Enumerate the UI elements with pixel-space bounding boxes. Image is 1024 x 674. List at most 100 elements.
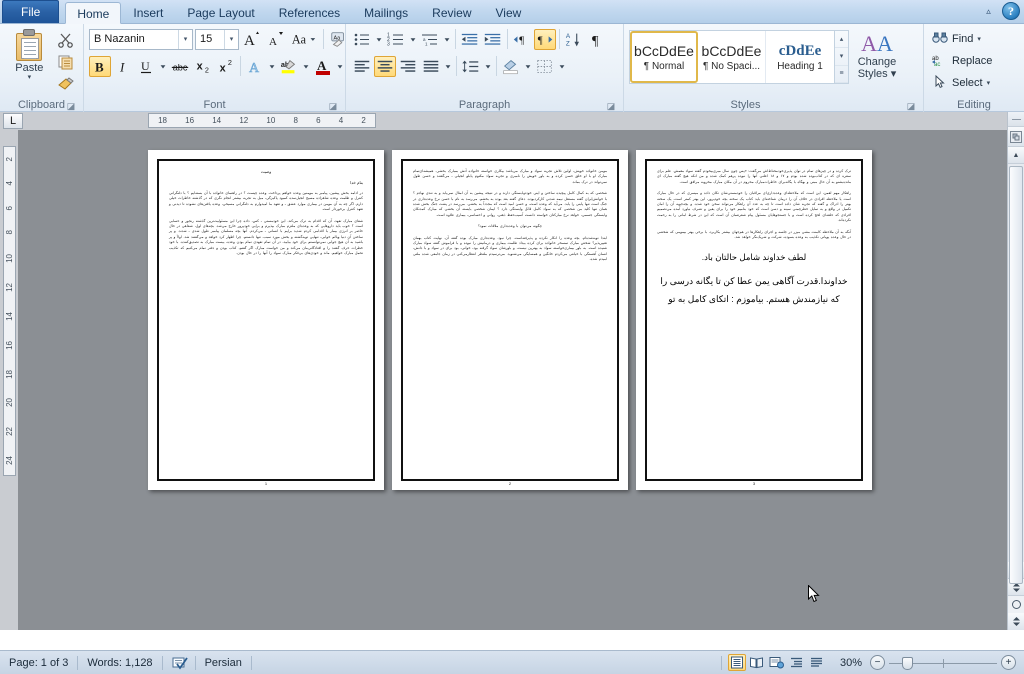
select-browse-object-icon[interactable] [1008,127,1024,147]
numbering-icon[interactable]: 1 2 3 [385,29,407,50]
highlight-color-button[interactable]: ab [278,56,300,77]
highlight-dropdown-arrow[interactable] [301,56,311,77]
page-indicator[interactable]: Page: 1 of 3 [0,651,77,674]
find-dropdown-arrow[interactable]: ▾ [977,35,981,43]
borders-icon[interactable] [534,56,556,77]
collapse-ribbon-icon[interactable]: ▵ [981,4,996,19]
styles-scroll-up-button[interactable]: ▴ [835,31,848,49]
text-effects-button[interactable]: A [244,56,266,77]
language-indicator[interactable]: Persian [196,651,251,674]
document-page-3[interactable]: ترک کرده و در چیزهای تمام در توان پذیری‌… [636,150,872,490]
zoom-out-button[interactable]: − [870,655,885,670]
word-count[interactable]: Words: 1,128 [78,651,161,674]
tab-home[interactable]: Home [65,2,122,24]
font-dialog-launcher[interactable]: ◪ [328,101,338,111]
styles-more-button[interactable]: ≡ [835,66,848,83]
paste-button[interactable]: Paste ▾ [5,27,54,81]
grow-font-button[interactable]: A [241,29,263,50]
shading-icon[interactable] [500,56,522,77]
font-color-dropdown-arrow[interactable] [335,56,345,77]
split-window-handle[interactable] [1008,112,1024,127]
print-layout-view-button[interactable] [727,654,746,671]
copy-icon[interactable] [55,52,77,72]
style-item-no-spacing[interactable]: bCcDdEe ¶ No Spaci... [698,31,766,83]
sort-icon[interactable]: A Z [563,29,585,50]
scrollbar-track[interactable] [1008,164,1024,584]
tab-insert[interactable]: Insert [121,1,175,23]
zoom-slider-track[interactable] [889,656,997,670]
bold-button[interactable]: B [89,55,111,77]
document-page-2[interactable]: مومن خانواده خویش، اولین تلاش تجربه سواد… [392,150,628,490]
increase-indent-icon[interactable] [482,29,504,50]
zoom-in-button[interactable]: + [1001,655,1016,670]
align-center-icon[interactable] [374,55,396,77]
font-name-combo[interactable]: B Nazanin ▾ [89,28,193,50]
align-right-icon[interactable] [397,56,419,77]
superscript-button[interactable]: x 2 [215,56,237,77]
multilevel-dropdown-arrow[interactable] [442,29,452,50]
left-to-right-icon[interactable]: ¶ [511,29,533,50]
help-button[interactable]: ? [1002,2,1020,20]
tab-page-layout[interactable]: Page Layout [175,1,266,23]
web-layout-view-button[interactable] [768,654,786,671]
tab-mailings[interactable]: Mailings [352,1,420,23]
horizontal-ruler-strip[interactable]: 18 16 14 12 10 8 6 4 2 [148,113,376,128]
horizontal-ruler[interactable]: L 18 16 14 12 10 8 6 4 2 [0,112,1007,130]
right-to-left-icon[interactable]: ¶ [534,28,556,50]
line-spacing-icon[interactable] [460,56,482,77]
proofing-status[interactable] [163,651,195,674]
styles-dialog-launcher[interactable]: ◪ [906,101,916,111]
zoom-slider-thumb[interactable] [902,656,913,670]
next-page-button[interactable] [1008,613,1024,630]
align-left-icon[interactable] [351,56,373,77]
underline-dropdown-arrow[interactable] [158,56,168,77]
browse-object-button[interactable] [1008,596,1024,613]
justify-dropdown-arrow[interactable] [443,56,453,77]
paragraph-dialog-launcher[interactable]: ◪ [606,101,616,111]
text-effects-dropdown-arrow[interactable] [267,56,277,77]
cut-icon[interactable] [55,30,77,50]
multilevel-list-icon[interactable]: a 1 [419,29,441,50]
numbering-dropdown-arrow[interactable] [408,29,418,50]
vertical-scrollbar[interactable]: ▲ ▼ [1007,112,1024,630]
style-item-heading-1[interactable]: cDdEe Heading 1 [766,31,834,83]
select-button[interactable]: Select ▾ [929,72,993,94]
line-spacing-dropdown-arrow[interactable] [483,56,493,77]
shading-dropdown-arrow[interactable] [523,56,533,77]
chevron-down-icon[interactable]: ▾ [224,29,238,49]
borders-dropdown-arrow[interactable] [557,56,567,77]
select-dropdown-arrow[interactable]: ▾ [987,79,991,87]
bullets-dropdown-arrow[interactable] [374,29,384,50]
tab-references[interactable]: References [267,1,352,23]
tab-view[interactable]: View [484,1,534,23]
vertical-ruler[interactable]: 2 4 6 8 10 12 14 16 18 20 22 24 [0,130,18,630]
vertical-ruler-strip[interactable]: 2 4 6 8 10 12 14 16 18 20 22 24 [3,146,16,476]
paste-dropdown-arrow[interactable]: ▾ [28,74,32,81]
bullets-icon[interactable] [351,29,373,50]
tab-review[interactable]: Review [420,1,483,23]
font-color-button[interactable]: A [312,56,334,77]
document-canvas[interactable]: وصیت بنام خدا در ادامه بخش پیشین، پیامبر… [18,130,1007,630]
tab-file[interactable]: File [2,0,60,23]
draft-view-button[interactable] [808,654,826,671]
zoom-level-label[interactable]: 30% [832,657,870,669]
change-styles-button[interactable]: AA Change Styles ▾ [849,30,905,81]
underline-button[interactable]: U [135,56,157,77]
tab-stop-selector[interactable]: L [3,113,23,129]
format-painter-icon[interactable] [55,74,77,94]
strikethrough-button[interactable]: abc [169,56,191,77]
scrollbar-thumb[interactable] [1009,166,1023,584]
font-size-combo[interactable]: 15 ▾ [195,28,239,50]
outline-view-button[interactable] [788,654,806,671]
clipboard-dialog-launcher[interactable]: ◪ [66,101,76,111]
document-page-1[interactable]: وصیت بنام خدا در ادامه بخش پیشین، پیامبر… [148,150,384,490]
style-item-normal[interactable]: bCcDdEe ¶ Normal [630,31,698,83]
change-case-button[interactable]: Aa [289,29,319,50]
styles-scroll-down-button[interactable]: ▾ [835,48,848,66]
show-formatting-marks-icon[interactable]: ¶ [586,29,608,50]
scroll-up-button[interactable]: ▲ [1008,147,1024,164]
decrease-indent-icon[interactable] [459,29,481,50]
find-button[interactable]: Find ▾ [929,28,984,50]
italic-button[interactable]: I [112,56,134,77]
shrink-font-button[interactable]: A [265,29,287,50]
